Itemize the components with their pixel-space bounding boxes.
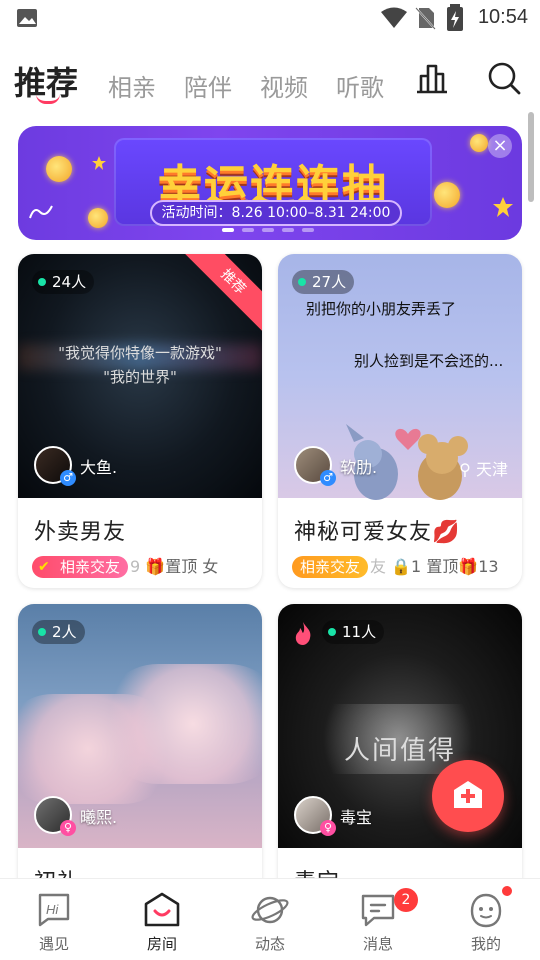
banner-date: 活动时间：8.26 10:00–8.31 24:00 [150,200,402,226]
hot-icon [295,622,311,645]
nav-label: 我的 [470,935,501,953]
online-count: 2人 [32,620,85,644]
coin-icon [88,208,108,228]
room-tag: ✔ 相亲交友 [32,556,129,578]
nav-moments[interactable]: 动态 [230,891,310,957]
wifi-icon [381,7,407,28]
profile-icon [470,893,502,928]
svg-text:Hi: Hi [46,902,59,917]
promo-banner[interactable]: 幸运连连抽 活动时间：8.26 10:00–8.31 24:00 × [18,126,522,240]
pager-dot [302,228,314,232]
tab-music[interactable]: 听歌 [336,68,384,103]
room-tag: 相亲交友 [292,556,369,578]
nav-label: 消息 [362,935,393,953]
tag-overflow: 友 [370,557,387,576]
nav-profile[interactable]: 我的 [446,891,526,957]
cover-text: "我的世界" [103,368,177,386]
location-pin-icon: ⚲ [459,460,471,479]
cover-text: 人间值得 [343,736,456,766]
nav-room[interactable]: 房间 [122,891,202,957]
room-title: 神秘可爱女友💋 [294,520,461,545]
bottom-nav: Hi 遇见 房间 动态 消息 我的 [0,878,540,960]
gift-tag: 🎁置顶 女 [145,557,219,576]
message-icon [361,894,395,927]
gift-tag: 🔒1 置顶🎁13 [391,557,499,576]
coin-icon [470,134,488,152]
unread-badge: 2 [394,888,418,912]
room-tags: ✔ 相亲交友 9 🎁置顶 女 [32,556,218,580]
room-card[interactable]: 别把你的小朋友弄丢了 别人捡到是不会还的... 27人 ♂ 软肋. ⚲ 天津 神… [278,254,522,588]
owner-name: 曦熙. [80,808,118,827]
add-room-icon [454,781,482,808]
status-time: 10:54 [477,6,528,28]
tab-blind-date[interactable]: 相亲 [108,68,156,103]
owner-name: 大鱼. [80,458,118,477]
pager-dot [242,228,254,232]
scrollbar[interactable] [528,112,534,202]
cover-text: 别把你的小朋友弄丢了 [306,300,457,318]
room-title: 外卖男友 [34,520,127,545]
gallery-icon [17,9,37,27]
tag-overflow: 9 [130,557,141,576]
pager-dot [222,228,234,232]
search-icon[interactable] [486,60,522,96]
male-icon: ♂ [60,470,76,486]
planet-icon [251,896,289,924]
online-count: 11人 [322,620,385,644]
star-icon [92,156,106,170]
online-count: 27人 [292,270,355,294]
room-icon [144,892,180,927]
banner-pager [222,228,322,234]
create-room-button[interactable] [432,760,504,832]
female-icon: ♀ [60,820,76,836]
app-root: 10:54 推荐 相亲 陪伴 视频 听歌 幸运连连抽 活动时间：8.26 10:… [0,0,540,960]
pager-dot [282,228,294,232]
coin-icon [46,156,72,182]
nav-label: 遇见 [38,935,69,953]
room-card[interactable]: "我觉得你特像一款游戏" "我的世界" 推荐 24人 ♂ 大鱼. 外卖男友 ✔ 相… [18,254,262,588]
cover-text: 别人捡到是不会还的... [354,352,504,370]
no-sim-icon [415,7,436,30]
tab-companion[interactable]: 陪伴 [184,68,232,103]
battery-charging-icon [447,4,463,31]
check-icon: ✔ [38,559,50,575]
owner-name: 软肋. [340,458,378,477]
male-icon: ♂ [320,470,336,486]
nav-label: 房间 [146,935,177,953]
chart-icon[interactable] [414,62,450,94]
banner-close-button[interactable]: × [488,134,512,158]
status-bar: 10:54 [0,0,540,36]
online-count: 24人 [32,270,95,294]
top-tabs: 推荐 相亲 陪伴 视频 听歌 [0,50,540,110]
hi-icon: Hi [38,893,70,927]
star-icon [493,197,513,217]
owner-name: 毒宝 [340,808,373,827]
cover-text: "我觉得你特像一款游戏" [58,344,222,362]
tab-video[interactable]: 视频 [260,68,308,103]
nav-label: 动态 [254,935,285,953]
nav-meet[interactable]: Hi 遇见 [14,891,94,957]
room-tags: 相亲交友友 🔒1 置顶🎁13 [292,556,499,580]
female-icon: ♀ [320,820,336,836]
pager-dot [262,228,274,232]
room-location: ⚲ 天津 [459,460,508,479]
streamer-icon [29,205,53,219]
notification-dot [502,886,512,896]
coin-icon [434,182,460,208]
